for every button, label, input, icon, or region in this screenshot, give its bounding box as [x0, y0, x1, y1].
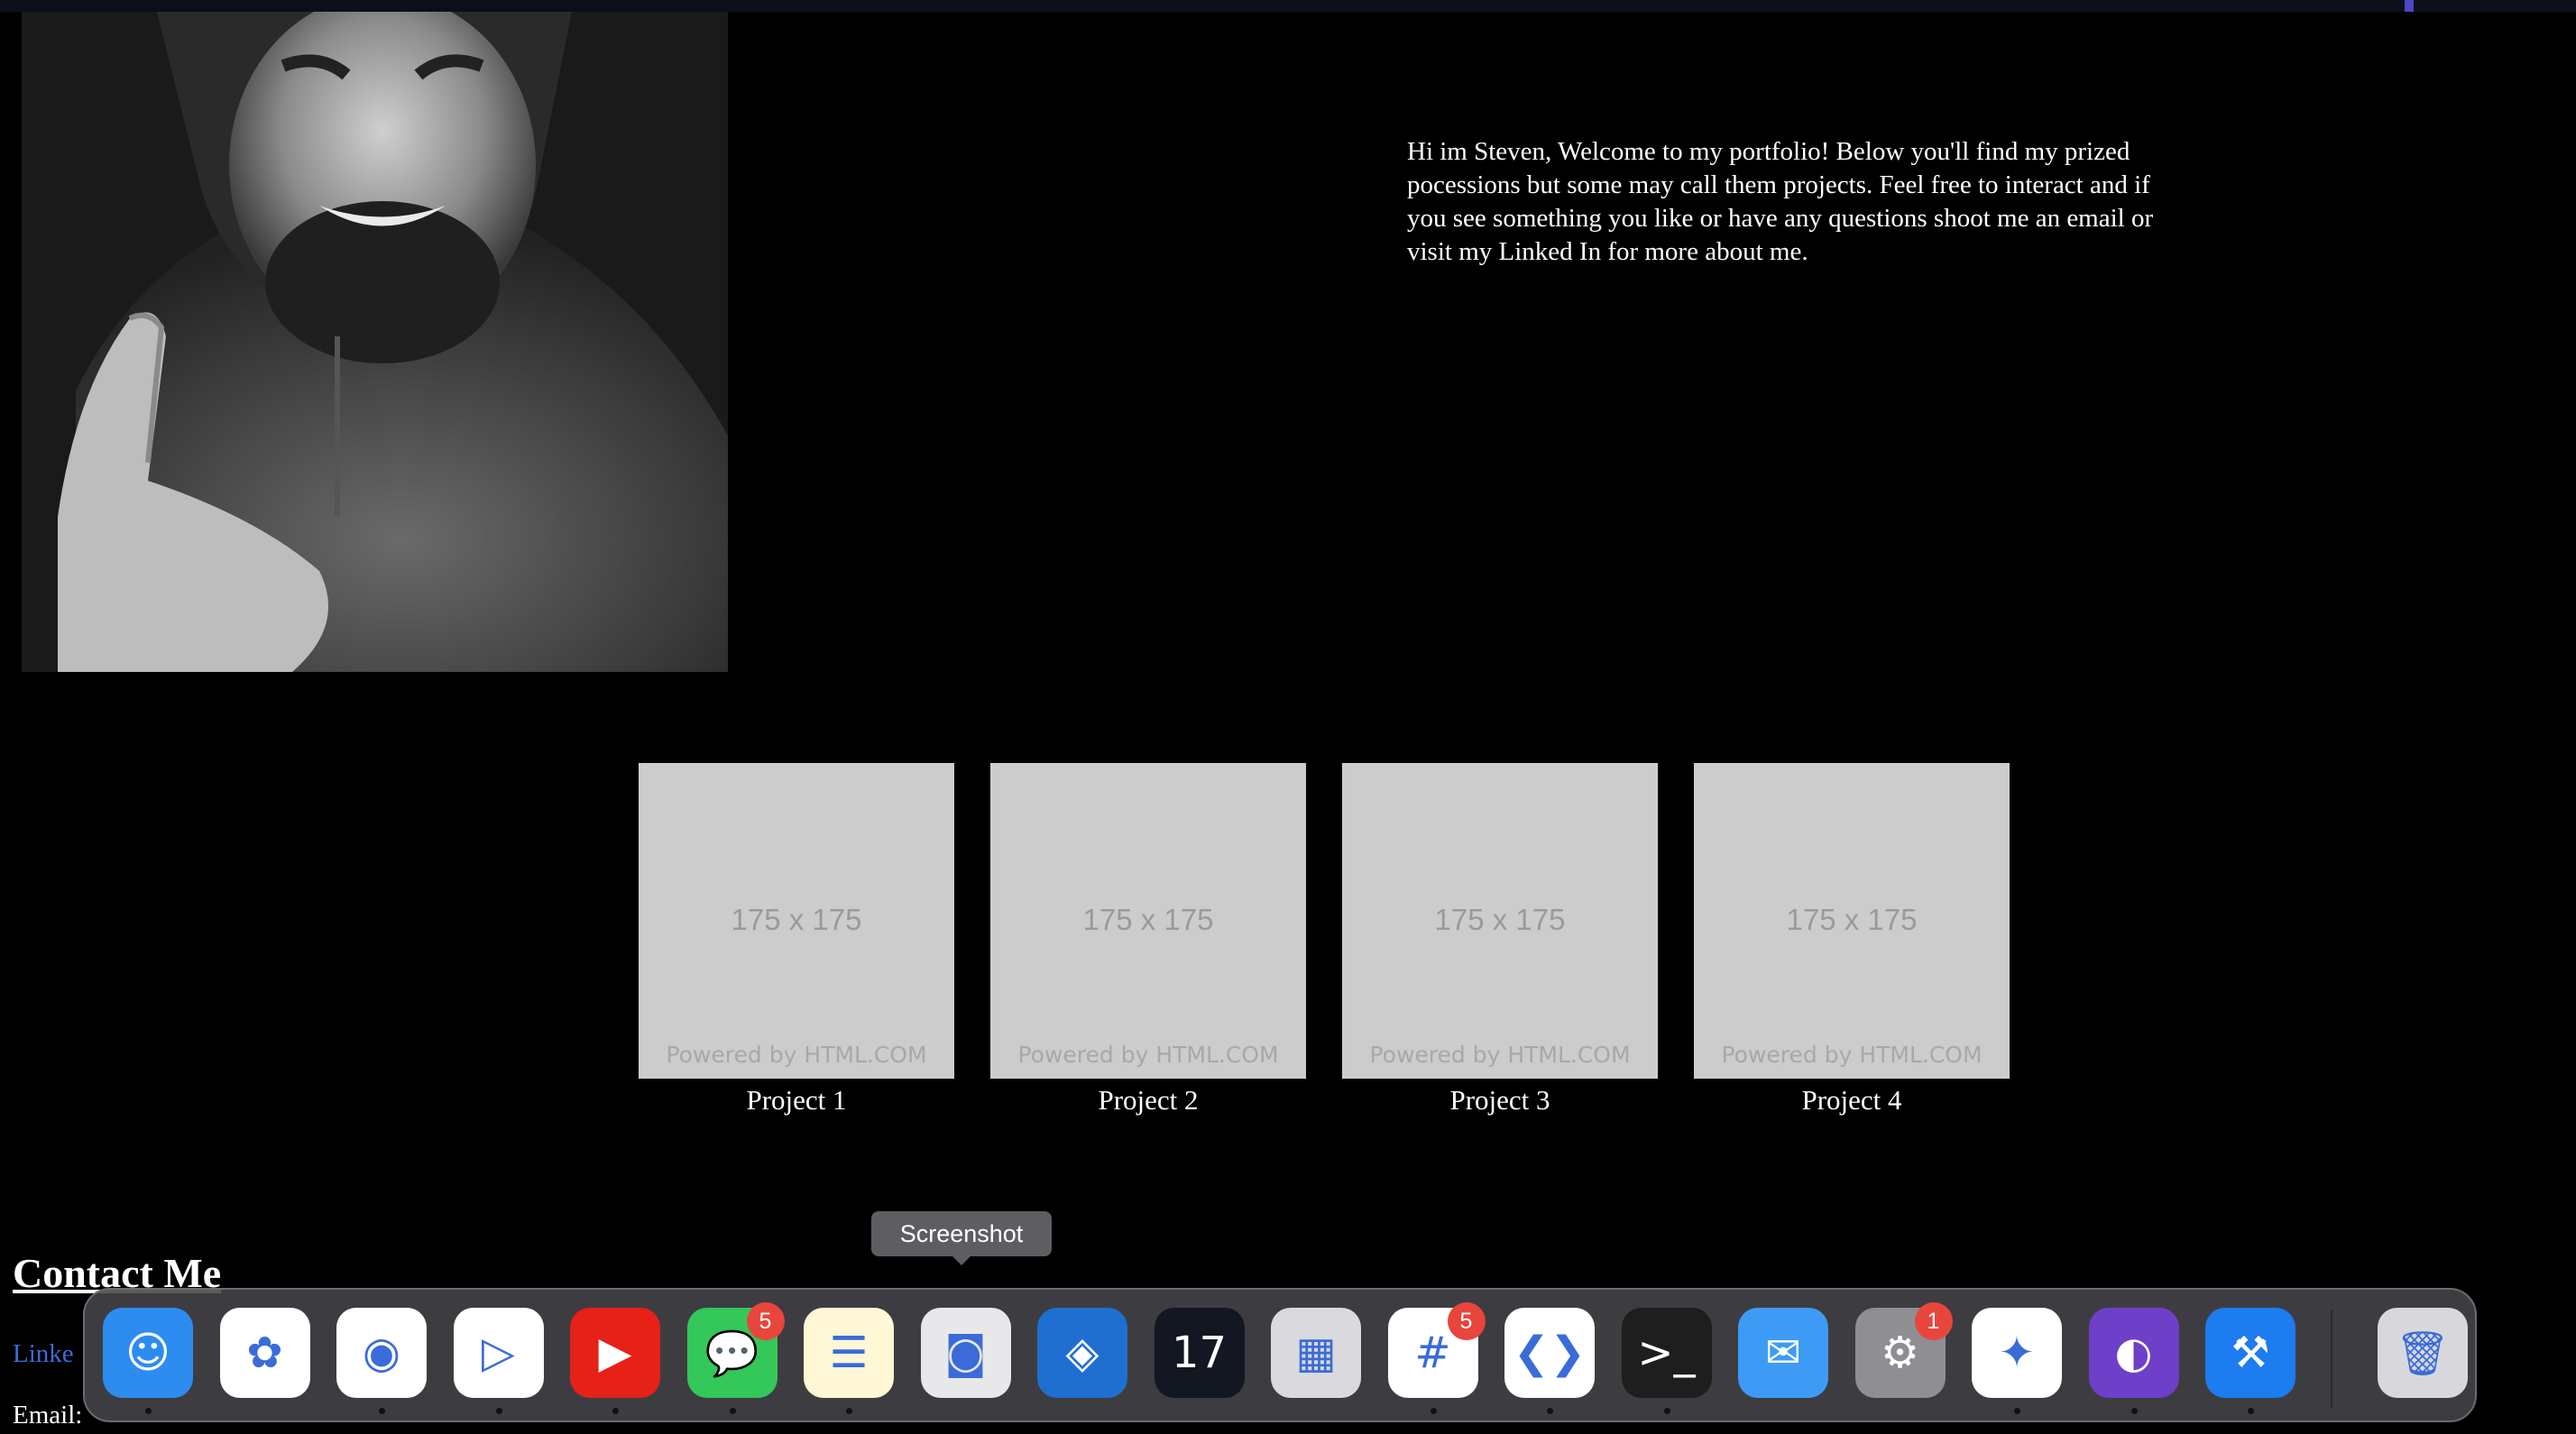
- project-thumbnail[interactable]: 175 x 175 Powered by HTML.COM: [990, 763, 1306, 1079]
- project-card-3[interactable]: 175 x 175 Powered by HTML.COM Project 3: [1342, 763, 1658, 1117]
- mail-icon[interactable]: ✉: [1738, 1308, 1828, 1398]
- project-thumbnail[interactable]: 175 x 175 Powered by HTML.COM: [1694, 763, 2010, 1079]
- project-label: Project 1: [746, 1084, 847, 1116]
- running-indicator: [145, 1408, 152, 1414]
- running-indicator: [1547, 1408, 1553, 1414]
- running-indicator: [729, 1408, 736, 1414]
- github-desktop-icon[interactable]: ◐: [2088, 1308, 2179, 1398]
- vscode-icon[interactable]: ❮❯: [1504, 1308, 1595, 1398]
- thumbnail-credit: Powered by HTML.COM: [1369, 1042, 1631, 1068]
- top-bar-accent: [2405, 0, 2414, 12]
- launchpad-icon[interactable]: ▦: [1271, 1308, 1361, 1398]
- running-indicator: [1663, 1408, 1670, 1414]
- project-card-2[interactable]: 175 x 175 Powered by HTML.COM Project 2: [990, 763, 1306, 1117]
- project-label: Project 4: [1801, 1084, 1902, 1116]
- notification-badge: 5: [1447, 1302, 1486, 1340]
- running-indicator: [2014, 1408, 2020, 1414]
- macos-dock: ☺ ✿ ◉ ▷ ▶ 💬 5 ☰ ◙ ◈ 17 ▦ #5 ❮❯ >_ ✉ ⚙ 1 ✦ ◐ ⚒ 🗑: [83, 1288, 2477, 1422]
- dock-divider: [2331, 1310, 2332, 1409]
- thumbnail-dimensions: 175 x 175: [1786, 903, 1918, 936]
- play-store-icon[interactable]: ▷: [453, 1308, 544, 1398]
- terminal-icon[interactable]: >_: [1621, 1308, 1712, 1398]
- project-thumbnail[interactable]: 175 x 175 Powered by HTML.COM: [639, 763, 954, 1079]
- portrait-image: [22, 12, 728, 672]
- project-label: Project 2: [1098, 1084, 1199, 1116]
- youtube-icon[interactable]: ▶: [570, 1308, 660, 1398]
- project-thumbnail[interactable]: 175 x 175 Powered by HTML.COM: [1342, 763, 1658, 1079]
- thumbnail-dimensions: 175 x 175: [731, 903, 862, 936]
- notification-badge: 1: [1914, 1302, 1953, 1340]
- linkedin-link[interactable]: Linke: [13, 1339, 74, 1369]
- tradingview-icon[interactable]: 17: [1154, 1308, 1245, 1398]
- project-card-4[interactable]: 175 x 175 Powered by HTML.COM Project 4: [1694, 763, 2010, 1117]
- messages-icon[interactable]: 💬 5: [686, 1302, 785, 1398]
- running-indicator: [2248, 1408, 2254, 1414]
- slack-icon[interactable]: #5: [1387, 1302, 1486, 1398]
- safari-icon[interactable]: ✦: [1972, 1308, 2062, 1398]
- finder-icon[interactable]: ☺: [103, 1308, 193, 1398]
- project-card-1[interactable]: 175 x 175 Powered by HTML.COM Project 1: [639, 763, 954, 1117]
- project-label: Project 3: [1449, 1084, 1550, 1116]
- browser-top-bar: [0, 0, 2576, 12]
- notes-icon[interactable]: ☰: [804, 1308, 894, 1398]
- thumbnail-credit: Powered by HTML.COM: [666, 1042, 927, 1068]
- system-settings-icon[interactable]: ⚙ 1: [1854, 1302, 1953, 1398]
- photos-icon[interactable]: ✿: [219, 1308, 310, 1398]
- intro-text: Hi im Steven, Welcome to my portfolio! B…: [1407, 137, 2154, 266]
- chrome-icon[interactable]: ◉: [336, 1308, 427, 1398]
- notification-badge: 5: [746, 1302, 785, 1340]
- thumbnail-dimensions: 175 x 175: [1434, 903, 1566, 936]
- email-line: Email:: [13, 1401, 83, 1429]
- running-indicator: [2130, 1408, 2138, 1414]
- projects-gallery: 175 x 175 Powered by HTML.COM Project 1 …: [639, 763, 2010, 1124]
- xcode-icon[interactable]: ⚒: [2205, 1308, 2295, 1398]
- metatrader-icon[interactable]: ◈: [1037, 1308, 1127, 1398]
- thumbnail-dimensions: 175 x 175: [1082, 903, 1214, 936]
- profile-photo: [22, 12, 728, 672]
- running-indicator: [846, 1408, 852, 1414]
- running-indicator: [495, 1408, 502, 1414]
- thumbnail-credit: Powered by HTML.COM: [1721, 1042, 1983, 1068]
- trash-icon[interactable]: 🗑: [2378, 1308, 2468, 1398]
- running-indicator: [1430, 1408, 1437, 1414]
- running-indicator: [612, 1408, 619, 1414]
- dock-tooltip: Screenshot: [871, 1211, 1052, 1265]
- thumbnail-credit: Powered by HTML.COM: [1017, 1042, 1279, 1068]
- screenshot-icon[interactable]: ◙: [920, 1308, 1011, 1398]
- running-indicator: [379, 1408, 385, 1414]
